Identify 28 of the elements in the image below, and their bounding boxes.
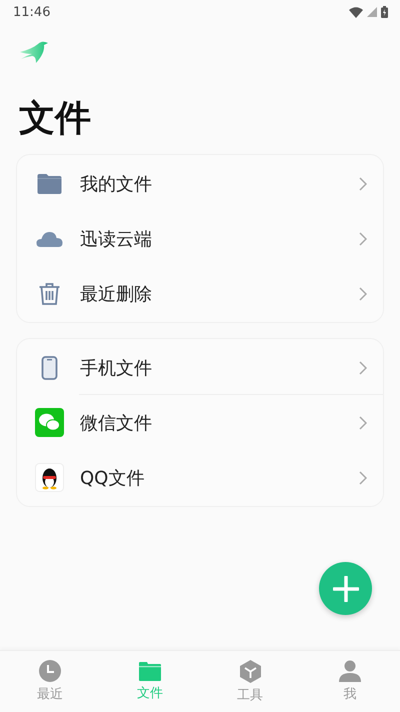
add-button[interactable]	[319, 562, 372, 615]
chevron-right-icon	[359, 416, 367, 430]
menu-row[interactable]: 迅读云端	[17, 211, 383, 266]
chat-bubbles-icon	[35, 408, 64, 437]
clock-icon	[39, 660, 61, 682]
folder-icon	[35, 174, 64, 194]
penguin-icon	[35, 463, 64, 492]
person-icon	[339, 660, 361, 682]
bird-logo-icon	[18, 40, 50, 64]
signal-icon	[367, 7, 377, 17]
menu-row[interactable]: QQ文件	[17, 450, 383, 505]
cube-icon	[240, 660, 260, 682]
cloud-icon	[35, 230, 64, 246]
folder-icon	[139, 662, 161, 680]
chevron-right-icon	[359, 176, 367, 190]
chevron-right-icon	[359, 286, 367, 300]
battery-icon	[381, 6, 388, 18]
menu-row[interactable]: 手机文件	[17, 340, 383, 395]
page-title: 文件	[19, 97, 92, 141]
chevron-right-icon	[359, 470, 367, 484]
chevron-right-icon	[359, 232, 367, 246]
plus-icon	[332, 576, 358, 602]
wifi-icon	[349, 6, 363, 18]
menu-row[interactable]: 我的文件	[17, 156, 383, 211]
status-time: 11:46	[13, 4, 50, 20]
chevron-right-icon	[359, 360, 367, 374]
menu-row[interactable]: 微信文件	[79, 394, 383, 450]
menu-row[interactable]: 最近删除	[17, 266, 383, 321]
